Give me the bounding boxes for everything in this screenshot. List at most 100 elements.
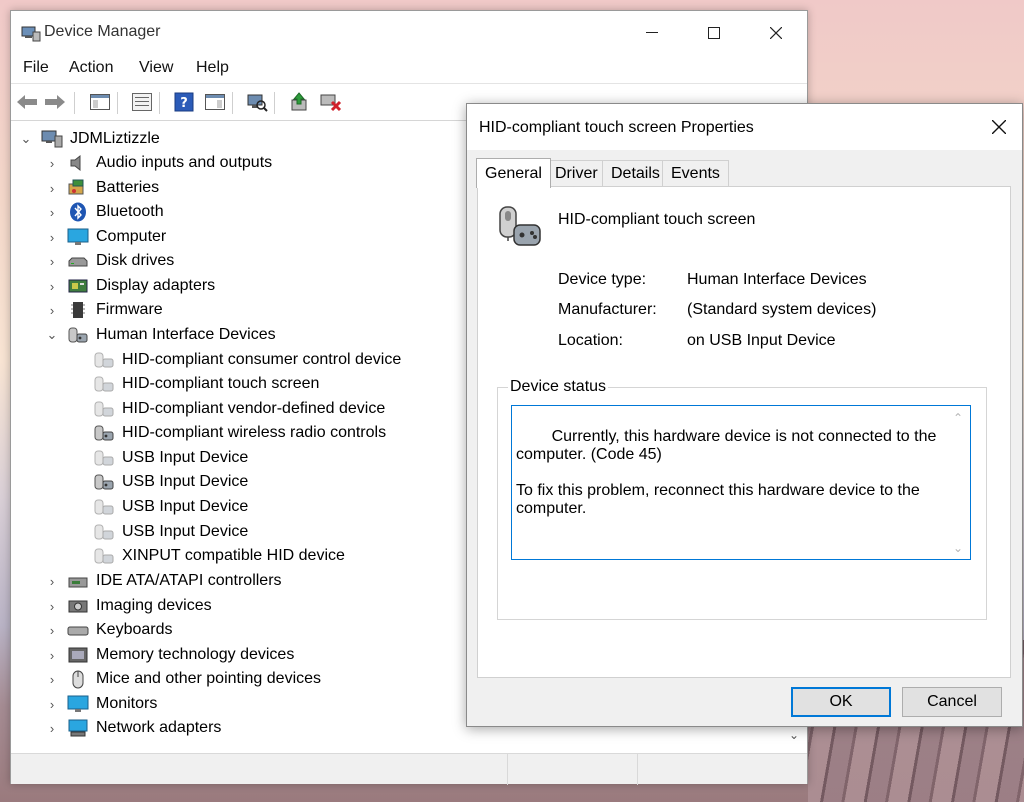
chevron-right-icon[interactable]: › [45,254,59,269]
status-scrollbar[interactable]: ⌃ ⌄ [949,407,969,558]
hid-child-usb-input-1[interactable]: USB Input Device [93,446,248,470]
monitor-icon [67,227,89,247]
ok-button[interactable]: OK [791,687,891,717]
status-cell [11,754,508,785]
hid-child-wireless-radio[interactable]: HID-compliant wireless radio controls [93,421,386,445]
dialog-title-bar[interactable]: HID-compliant touch screen Properties [467,104,1022,150]
tree-root[interactable]: ⌄ JDMLiztizzle [19,127,160,151]
monitor-icon [67,694,89,714]
hid-device-icon [93,350,115,370]
tree-item-label: HID-compliant wireless radio controls [122,424,387,441]
tree-item-label: Imaging devices [96,597,212,614]
scroll-down-icon[interactable]: ⌄ [789,728,803,742]
chevron-right-icon[interactable]: › [45,697,59,712]
tree-item-label: Mice and other pointing devices [96,670,322,687]
tree-item-display-adapters[interactable]: › Display adapters [45,274,215,298]
tree-item-mice[interactable]: › Mice and other pointing devices [45,667,321,691]
tree-item-label: Display adapters [96,277,216,294]
chevron-right-icon[interactable]: › [45,230,59,245]
tree-item-label: Network adapters [96,719,222,736]
chevron-right-icon[interactable]: › [45,672,59,687]
chevron-right-icon[interactable]: › [45,279,59,294]
hid-device-icon [93,374,115,394]
close-icon [992,120,1006,134]
tree-item-memory[interactable]: › Memory technology devices [45,643,294,667]
window-title: Device Manager [44,23,161,40]
close-button[interactable] [745,11,807,54]
hid-child-usb-input-2[interactable]: USB Input Device [93,470,248,494]
hid-child-vendor-defined[interactable]: HID-compliant vendor-defined device [93,397,385,421]
chevron-right-icon[interactable]: › [45,205,59,220]
hid-device-icon [93,522,115,542]
back-arrow-icon[interactable] [15,91,39,113]
hid-child-touch-screen[interactable]: HID-compliant touch screen [93,372,319,396]
scan-hardware-changes-icon[interactable] [245,91,269,113]
tree-item-ide[interactable]: › IDE ATA/ATAPI controllers [45,569,282,593]
menu-view[interactable]: View [139,59,173,77]
hid-child-usb-input-4[interactable]: USB Input Device [93,520,248,544]
disk-drive-icon [67,251,89,271]
menu-action[interactable]: Action [69,59,113,77]
tree-item-disk-drives[interactable]: › Disk drives [45,249,174,273]
battery-icon [67,178,89,198]
chevron-down-icon[interactable]: ⌄ [45,327,59,342]
hid-device-icon [93,546,115,566]
tree-item-audio[interactable]: › Audio inputs and outputs [45,151,272,175]
device-status-group: Device status Currently, this hardware d… [497,378,987,620]
tree-item-label: Computer [96,228,167,245]
chevron-right-icon[interactable]: › [45,156,59,171]
tree-item-label: IDE ATA/ATAPI controllers [96,572,282,589]
tree-item-label: Human Interface Devices [96,326,276,343]
tree-item-monitors[interactable]: › Monitors [45,692,157,716]
general-tab-panel: HID-compliant touch screen Device type: … [477,186,1011,678]
uninstall-device-icon[interactable] [319,91,343,113]
tree-item-label: Memory technology devices [96,646,295,663]
chevron-right-icon[interactable]: › [45,303,59,318]
help-icon[interactable]: ? [172,91,196,113]
scroll-up-icon[interactable]: ⌃ [953,409,963,427]
device-status-textbox[interactable]: Currently, this hardware device is not c… [511,405,971,560]
chevron-right-icon[interactable]: › [45,648,59,663]
dialog-close-button[interactable] [976,104,1022,150]
hid-child-usb-input-3[interactable]: USB Input Device [93,495,248,519]
tab-driver[interactable]: Driver [546,160,607,186]
hid-child-consumer-control[interactable]: HID-compliant consumer control device [93,348,401,372]
chevron-down-icon[interactable]: ⌄ [19,131,33,146]
title-bar[interactable]: Device Manager [11,11,807,54]
show-hide-console-tree-icon[interactable] [88,91,112,113]
action-pane-icon[interactable] [203,91,227,113]
forward-arrow-icon[interactable] [43,91,67,113]
hid-child-xinput[interactable]: XINPUT compatible HID device [93,544,345,568]
tree-item-network[interactable]: › Network adapters [45,716,221,740]
tree-item-computer[interactable]: › Computer [45,225,166,249]
cancel-button[interactable]: Cancel [902,687,1002,717]
menu-help[interactable]: Help [196,59,229,77]
tree-item-keyboards[interactable]: › Keyboards [45,618,173,642]
location-value: on USB Input Device [687,332,836,349]
tree-item-hid[interactable]: ⌄ Human Interface Devices [45,323,276,347]
update-driver-icon[interactable] [287,91,311,113]
tab-general[interactable]: General [476,158,551,188]
chevron-right-icon[interactable]: › [45,574,59,589]
tab-events[interactable]: Events [662,160,729,186]
tree-item-imaging[interactable]: › Imaging devices [45,594,212,618]
tree-item-bluetooth[interactable]: › Bluetooth [45,200,164,224]
chevron-right-icon[interactable]: › [45,721,59,736]
device-type-label: Device type: [558,271,647,288]
scroll-down-icon[interactable]: ⌄ [953,539,963,557]
tab-details[interactable]: Details [602,160,669,186]
tree-item-batteries[interactable]: › Batteries [45,176,159,200]
display-adapter-icon [67,276,89,296]
maximize-button[interactable] [683,11,745,54]
tree-item-label: Audio inputs and outputs [96,154,273,171]
chevron-right-icon[interactable]: › [45,599,59,614]
tree-item-label: USB Input Device [122,498,249,515]
keyboard-icon [67,620,89,640]
chevron-right-icon[interactable]: › [45,623,59,638]
device-status-text: Currently, this hardware device is not c… [516,428,937,517]
tree-item-firmware[interactable]: › Firmware [45,298,163,322]
minimize-button[interactable] [621,11,683,54]
menu-file[interactable]: File [23,59,49,77]
properties-sheet-icon[interactable] [130,91,154,113]
chevron-right-icon[interactable]: › [45,181,59,196]
